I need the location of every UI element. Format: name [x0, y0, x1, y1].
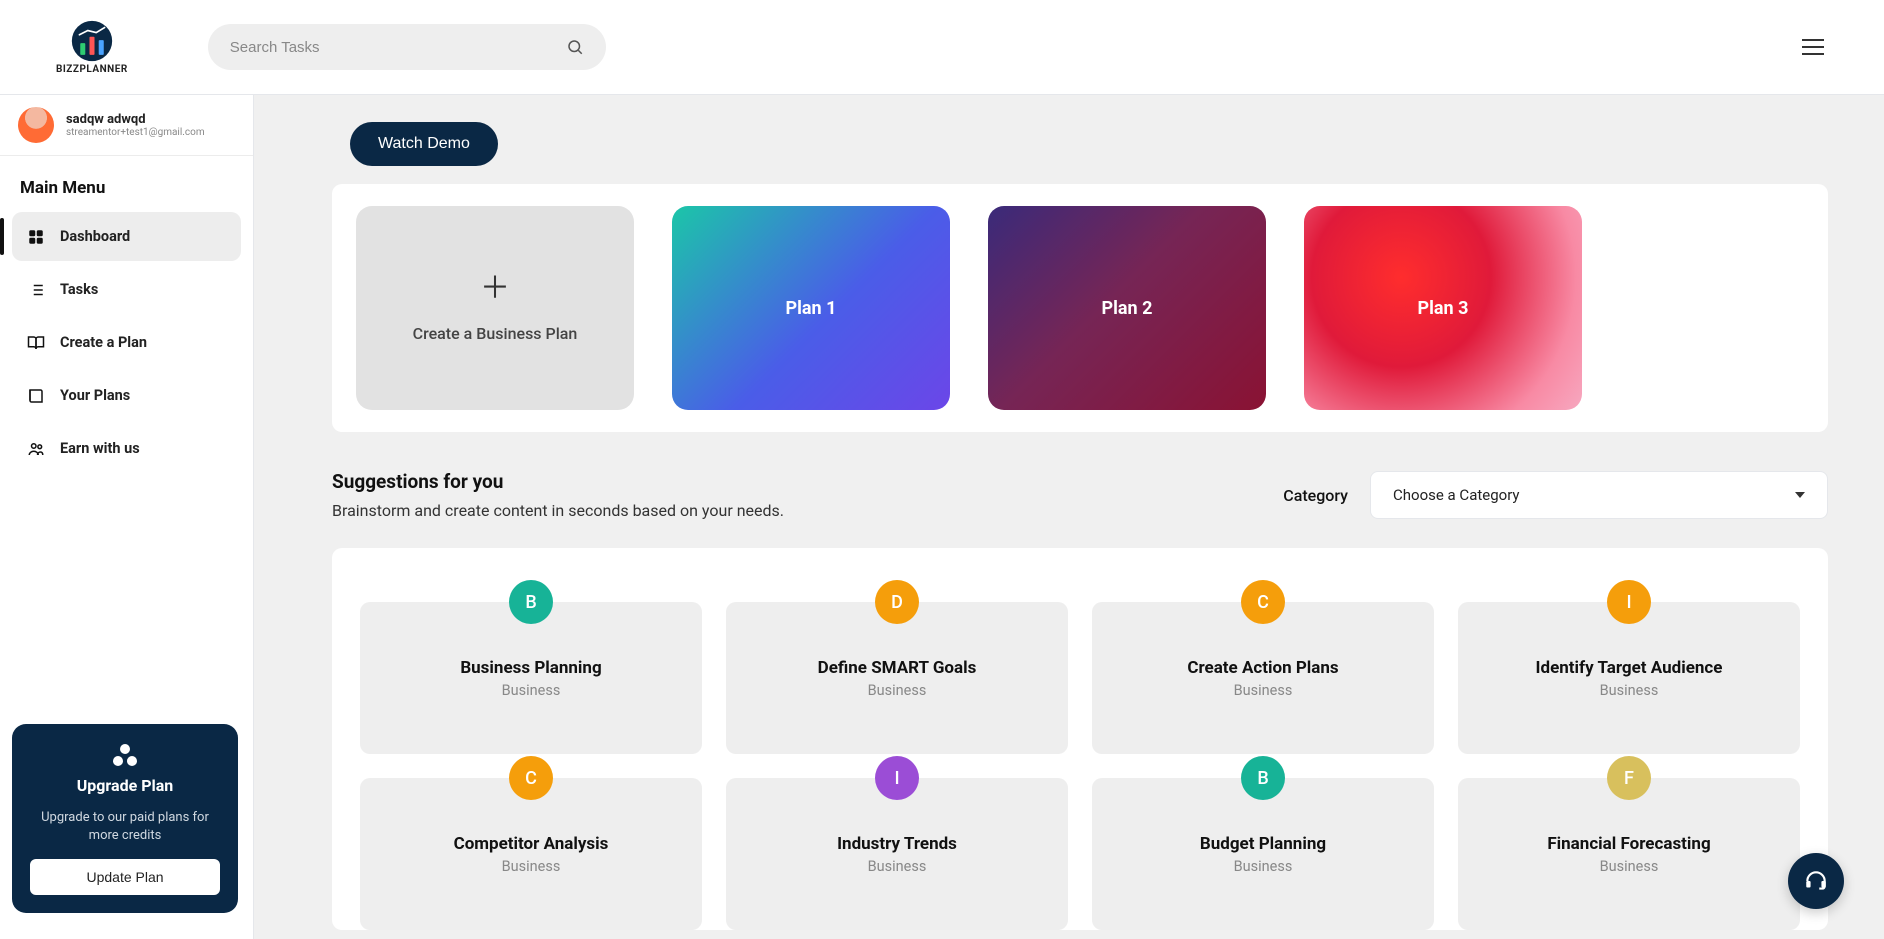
sidebar-item-create-plan[interactable]: Create a Plan: [12, 318, 241, 367]
sidebar-item-label: Dashboard: [60, 228, 130, 245]
main-menu-title: Main Menu: [0, 156, 253, 212]
sidebar-item-label: Tasks: [60, 281, 98, 298]
user-name: sadqw adwqd: [66, 112, 205, 127]
suggestion-card[interactable]: CCompetitor AnalysisBusiness: [360, 778, 702, 930]
plan-label: Plan 1: [786, 298, 837, 319]
sidebar-item-tasks[interactable]: Tasks: [12, 265, 241, 314]
suggestions-panel: B Business Planning Business D Define SMART …: [332, 548, 1828, 930]
suggestion-card[interactable]: IIndustry TrendsBusiness: [726, 778, 1068, 930]
category-label: Category: [1283, 486, 1348, 505]
suggestion-category: Business: [502, 858, 561, 875]
sidebar: sadqw adwqd streamentor+test1@gmail.com …: [0, 95, 254, 939]
upgrade-text: Upgrade to our paid plans for more credi…: [30, 809, 220, 845]
search-input-wrapper[interactable]: [208, 24, 606, 70]
suggestion-title: Define SMART Goals: [818, 658, 977, 678]
sidebar-item-label: Earn with us: [60, 440, 140, 457]
sidebar-menu: Dashboard Tasks Create a Plan Your Plans…: [0, 212, 253, 477]
suggestions-header: Suggestions for you Brainstorm and creat…: [332, 470, 1828, 520]
suggestion-title: Budget Planning: [1200, 834, 1326, 854]
suggestion-card[interactable]: IIdentify Target AudienceBusiness: [1458, 602, 1800, 754]
suggestion-card[interactable]: CCreate Action PlansBusiness: [1092, 602, 1434, 754]
book-icon: [26, 386, 46, 406]
create-business-plan-card[interactable]: ＋ Create a Business Plan: [356, 206, 634, 410]
watch-demo-button[interactable]: Watch Demo: [350, 122, 498, 166]
category-select[interactable]: Choose a Category: [1370, 471, 1828, 519]
upgrade-icon: [30, 744, 220, 766]
plan-label: Plan 2: [1102, 298, 1153, 319]
list-icon: [26, 280, 46, 300]
chevron-down-icon: [1795, 492, 1805, 498]
header: BIZZPLANNER: [0, 0, 1884, 95]
plan-card-3[interactable]: Plan 3: [1304, 206, 1582, 410]
suggestion-title: Create Action Plans: [1187, 658, 1338, 678]
book-open-icon: [26, 333, 46, 353]
plus-icon: ＋: [480, 274, 510, 304]
search-icon: [566, 38, 584, 56]
suggestion-title: Business Planning: [460, 658, 601, 678]
suggestion-category: Business: [1600, 682, 1659, 699]
plan-card-2[interactable]: Plan 2: [988, 206, 1266, 410]
logo-text: BIZZPLANNER: [56, 64, 128, 75]
suggestions-title: Suggestions for you: [332, 470, 784, 493]
suggestion-badge: B: [509, 580, 553, 624]
menu-toggle[interactable]: [1802, 34, 1824, 60]
suggestion-badge: F: [1607, 756, 1651, 800]
suggestion-card[interactable]: DDefine SMART GoalsBusiness: [726, 602, 1068, 754]
suggestion-title: Industry Trends: [837, 834, 957, 854]
grid-icon: [26, 227, 46, 247]
sidebar-item-label: Create a Plan: [60, 334, 147, 351]
user-box[interactable]: sadqw adwqd streamentor+test1@gmail.com: [0, 95, 253, 156]
headset-icon: [1803, 868, 1829, 894]
suggestion-badge: I: [1607, 580, 1651, 624]
suggestion-badge: D: [875, 580, 919, 624]
suggestion-category: Business: [1234, 858, 1293, 875]
create-plan-label: Create a Business Plan: [413, 324, 578, 343]
support-fab[interactable]: [1788, 853, 1844, 909]
users-icon: [26, 439, 46, 459]
suggestion-title: Identify Target Audience: [1536, 658, 1723, 678]
category-select-value: Choose a Category: [1393, 486, 1520, 504]
sidebar-item-label: Your Plans: [60, 387, 130, 404]
sidebar-item-dashboard[interactable]: Dashboard: [12, 212, 241, 261]
suggestion-title: Financial Forecasting: [1547, 834, 1710, 854]
suggestion-category: Business: [1600, 858, 1659, 875]
suggestion-card[interactable]: BBudget PlanningBusiness: [1092, 778, 1434, 930]
suggestion-badge: B: [1241, 756, 1285, 800]
logo-icon: [71, 20, 113, 62]
logo[interactable]: BIZZPLANNER: [56, 20, 128, 75]
plan-label: Plan 3: [1418, 298, 1469, 319]
suggestion-category: Business: [868, 858, 927, 875]
upgrade-card: Upgrade Plan Upgrade to our paid plans f…: [12, 724, 238, 913]
sidebar-item-earn[interactable]: Earn with us: [12, 424, 241, 473]
suggestion-category: Business: [868, 682, 927, 699]
upgrade-title: Upgrade Plan: [30, 776, 220, 795]
plan-card-1[interactable]: Plan 1: [672, 206, 950, 410]
user-email: streamentor+test1@gmail.com: [66, 127, 205, 138]
suggestion-category: Business: [1234, 682, 1293, 699]
suggestion-title: Competitor Analysis: [454, 834, 609, 854]
suggestion-card[interactable]: FFinancial ForecastingBusiness: [1458, 778, 1800, 930]
suggestions-subtitle: Brainstorm and create content in seconds…: [332, 501, 784, 520]
upgrade-button[interactable]: Update Plan: [30, 859, 220, 895]
suggestion-badge: C: [1241, 580, 1285, 624]
suggestion-badge: C: [509, 756, 553, 800]
plans-panel: ＋ Create a Business Plan Plan 1 Plan 2 P…: [332, 184, 1828, 432]
search-input[interactable]: [230, 39, 566, 56]
suggestion-badge: I: [875, 756, 919, 800]
avatar: [18, 107, 54, 143]
sidebar-item-your-plans[interactable]: Your Plans: [12, 371, 241, 420]
main-content: Watch Demo ＋ Create a Business Plan Plan…: [254, 95, 1884, 939]
suggestion-category: Business: [502, 682, 561, 699]
suggestion-card[interactable]: BBusiness PlanningBusiness: [360, 602, 702, 754]
